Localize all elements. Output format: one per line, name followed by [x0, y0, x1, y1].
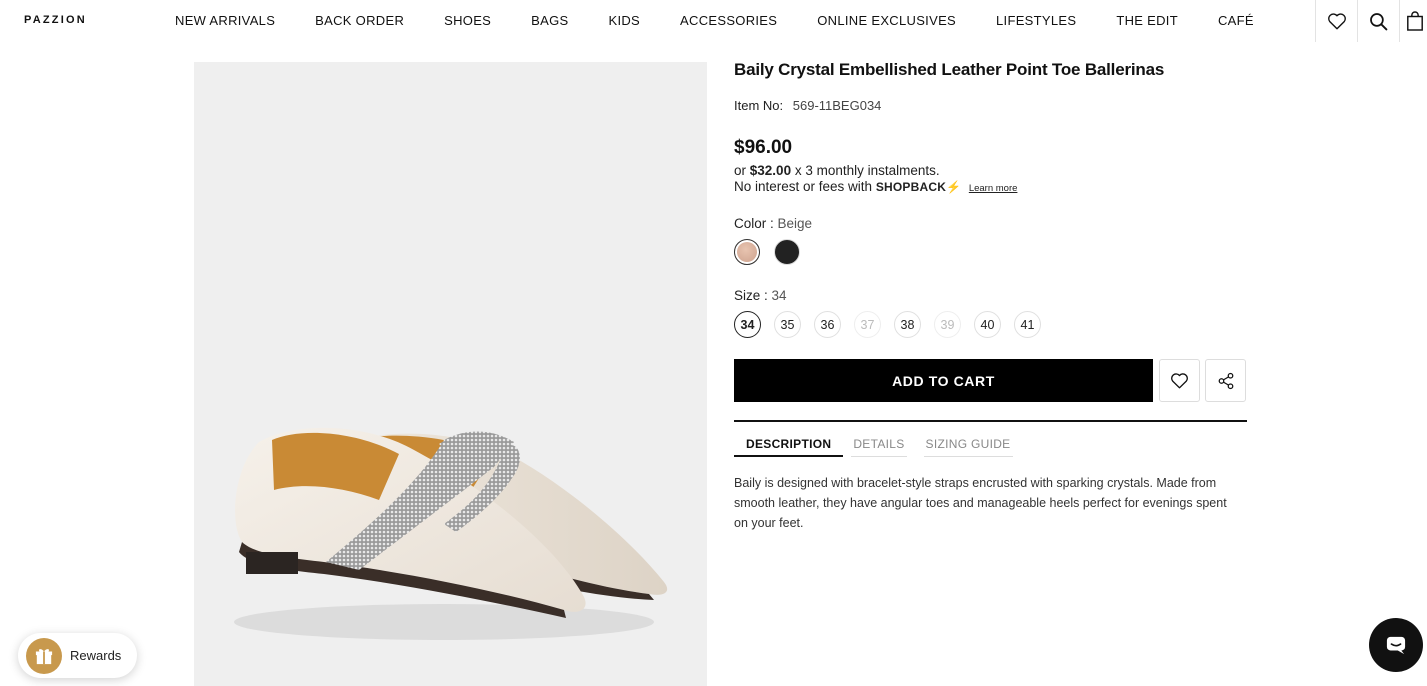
- product-price: $96.00: [734, 137, 793, 158]
- size-label-text: Size :: [734, 288, 768, 303]
- product-image[interactable]: [194, 62, 707, 686]
- size-option-34[interactable]: 34: [734, 311, 761, 338]
- instalment-prefix: or: [734, 163, 747, 178]
- nav-bags[interactable]: BAGS: [531, 13, 568, 29]
- item-number: Item No: 569-11BEG034: [734, 98, 1247, 113]
- color-swatch-black[interactable]: [774, 239, 800, 265]
- main-nav: NEW ARRIVALS BACK ORDER SHOES BAGS KIDS …: [175, 13, 1294, 29]
- nav-online-exclusives[interactable]: ONLINE EXCLUSIVES: [817, 13, 956, 29]
- nav-lifestyles[interactable]: LIFESTYLES: [996, 13, 1076, 29]
- size-option-41[interactable]: 41: [1014, 311, 1041, 338]
- shopback-logo: SHOPBACK: [875, 180, 947, 194]
- nav-shoes[interactable]: SHOES: [444, 13, 491, 29]
- cart-button[interactable]: [1399, 0, 1427, 42]
- size-option-40[interactable]: 40: [974, 311, 1001, 338]
- color-swatch-beige[interactable]: [734, 239, 760, 265]
- product-tabs: DESCRIPTION DETAILS SIZING GUIDE: [734, 420, 1247, 457]
- nav-cafe[interactable]: CAFÉ: [1218, 13, 1254, 29]
- tab-details[interactable]: DETAILS: [851, 437, 907, 457]
- color-swatches: [734, 239, 1247, 265]
- nav-back-order[interactable]: BACK ORDER: [315, 13, 404, 29]
- size-options: 34 35 36 37 38 39 40 41: [734, 311, 1247, 338]
- nav-accessories[interactable]: ACCESSORIES: [680, 13, 777, 29]
- brand-logo[interactable]: PAZZION: [24, 14, 87, 26]
- item-number-value: 569-11BEG034: [792, 98, 882, 113]
- add-to-cart-button[interactable]: ADD TO CART: [734, 359, 1153, 402]
- instalment-info: or $32.00 x 3 monthly instalments. No in…: [734, 163, 1247, 197]
- rewards-launcher[interactable]: Rewards: [18, 633, 137, 678]
- bag-icon: [1407, 11, 1423, 31]
- wishlist-button[interactable]: [1315, 0, 1357, 42]
- search-button[interactable]: [1357, 0, 1399, 42]
- rewards-label: Rewards: [70, 648, 122, 663]
- shoe-image: [234, 427, 668, 640]
- instalment-suffix: x 3 monthly instalments.: [794, 163, 940, 178]
- size-option-36[interactable]: 36: [814, 311, 841, 338]
- heart-icon: [1171, 373, 1188, 389]
- shopback-bolt-icon: ⚡: [946, 180, 962, 194]
- product-details: Baily Crystal Embellished Leather Point …: [734, 58, 1247, 533]
- size-label: Size : 34: [734, 288, 1247, 303]
- size-option-38[interactable]: 38: [894, 311, 921, 338]
- share-icon: [1218, 372, 1233, 389]
- nav-the-edit[interactable]: THE EDIT: [1116, 13, 1178, 29]
- gift-icon: [26, 637, 62, 674]
- product-description: Baily is designed with bracelet-style st…: [734, 476, 1227, 530]
- add-to-wishlist-button[interactable]: [1159, 359, 1200, 402]
- size-value: 34: [771, 288, 787, 303]
- color-value: Beige: [777, 216, 813, 231]
- no-interest-text: No interest or fees with: [734, 179, 873, 194]
- size-option-35[interactable]: 35: [774, 311, 801, 338]
- share-button[interactable]: [1205, 359, 1246, 402]
- nav-kids[interactable]: KIDS: [608, 13, 640, 29]
- instalment-amount: $32.00: [749, 163, 792, 178]
- chat-icon: [1386, 636, 1406, 655]
- color-label-text: Color :: [734, 216, 774, 231]
- nav-new-arrivals[interactable]: NEW ARRIVALS: [175, 13, 275, 29]
- size-option-39[interactable]: 39: [934, 311, 961, 338]
- tab-description[interactable]: DESCRIPTION: [734, 437, 844, 457]
- learn-more-link[interactable]: Learn more: [969, 183, 1018, 194]
- header-actions: [1315, 0, 1427, 42]
- product-title: Baily Crystal Embellished Leather Point …: [734, 60, 1165, 79]
- color-label: Color : Beige: [734, 216, 1247, 231]
- search-icon: [1370, 12, 1388, 30]
- chat-launcher[interactable]: [1369, 618, 1423, 672]
- cart-actions: ADD TO CART: [734, 359, 1247, 402]
- item-number-label: Item No:: [734, 98, 784, 113]
- heart-icon: [1327, 13, 1346, 30]
- tab-sizing-guide[interactable]: SIZING GUIDE: [923, 437, 1013, 457]
- size-option-37[interactable]: 37: [854, 311, 881, 338]
- site-header: PAZZION NEW ARRIVALS BACK ORDER SHOES BA…: [0, 0, 1427, 42]
